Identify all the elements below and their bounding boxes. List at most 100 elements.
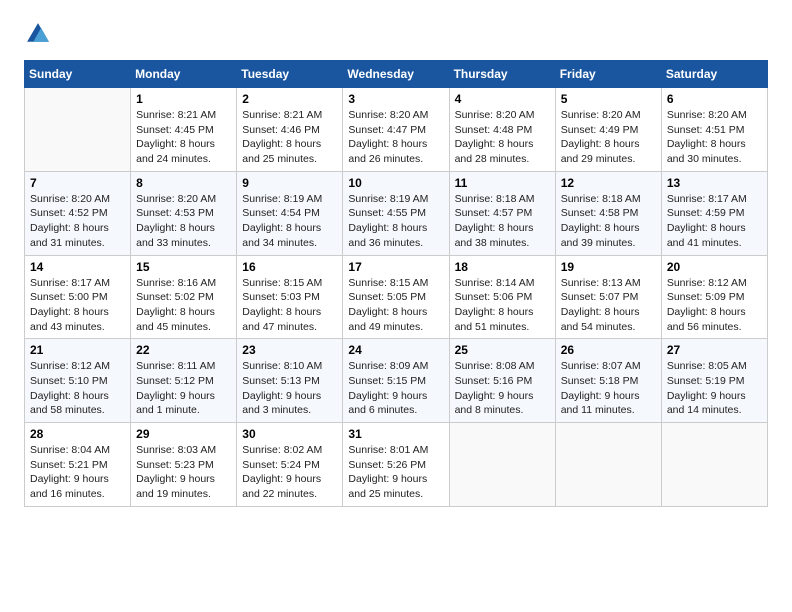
day-cell: 28 Sunrise: 8:04 AMSunset: 5:21 PMDayligh… [25, 423, 131, 507]
day-cell: 4Sunrise: 8:20 AMSunset: 4:48 PMDaylight… [449, 88, 555, 172]
day-cell: 14Sunrise: 8:17 AMSunset: 5:00 PMDayligh… [25, 255, 131, 339]
day-content: Sunrise: 8:16 AMSunset: 5:02 PMDaylight:… [136, 276, 231, 335]
day-number: 11 [455, 176, 550, 190]
day-cell: 17Sunrise: 8:15 AMSunset: 5:05 PMDayligh… [343, 255, 449, 339]
day-number: 28 [30, 427, 125, 441]
day-cell: 18Sunrise: 8:14 AMSunset: 5:06 PMDayligh… [449, 255, 555, 339]
day-cell: 13 Sunrise: 8:17 AMSunset: 4:59 PMDayligh… [661, 171, 767, 255]
day-number: 5 [561, 92, 656, 106]
day-content: Sunrise: 8:05 AMSunset: 5:19 PMDaylight:… [667, 359, 762, 418]
day-content: Sunrise: 8:07 AMSunset: 5:18 PMDaylight:… [561, 359, 656, 418]
day-cell: 31 Sunrise: 8:01 AMSunset: 5:26 PMDayligh… [343, 423, 449, 507]
day-cell: 29Sunrise: 8:03 AMSunset: 5:23 PMDayligh… [131, 423, 237, 507]
day-number: 19 [561, 260, 656, 274]
week-row-4: 21Sunrise: 8:12 AMSunset: 5:10 PMDayligh… [25, 339, 768, 423]
day-number: 13 [667, 176, 762, 190]
day-cell: 20 Sunrise: 8:12 AMSunset: 5:09 PMDayligh… [661, 255, 767, 339]
day-content: Sunrise: 8:12 AMSunset: 5:09 PMDaylight:… [667, 276, 762, 335]
day-content: Sunrise: 8:20 AMSunset: 4:47 PMDaylight:… [348, 108, 443, 167]
day-cell: 25Sunrise: 8:08 AMSunset: 5:16 PMDayligh… [449, 339, 555, 423]
day-content: Sunrise: 8:10 AMSunset: 5:13 PMDaylight:… [242, 359, 337, 418]
header-sunday: Sunday [25, 61, 131, 88]
day-content: Sunrise: 8:19 AMSunset: 4:54 PMDaylight:… [242, 192, 337, 251]
week-row-1: 1 Sunrise: 8:21 AMSunset: 4:45 PMDaylight… [25, 88, 768, 172]
day-cell: 21Sunrise: 8:12 AMSunset: 5:10 PMDayligh… [25, 339, 131, 423]
day-content: Sunrise: 8:13 AMSunset: 5:07 PMDaylight:… [561, 276, 656, 335]
day-cell: 15Sunrise: 8:16 AMSunset: 5:02 PMDayligh… [131, 255, 237, 339]
day-cell: 1 Sunrise: 8:21 AMSunset: 4:45 PMDaylight… [131, 88, 237, 172]
day-content: Sunrise: 8:12 AMSunset: 5:10 PMDaylight:… [30, 359, 125, 418]
day-number: 2 [242, 92, 337, 106]
week-row-2: 7 Sunrise: 8:20 AMSunset: 4:52 PMDaylight… [25, 171, 768, 255]
day-content: Sunrise: 8:20 AMSunset: 4:51 PMDaylight:… [667, 108, 762, 167]
day-cell: 24 Sunrise: 8:09 AMSunset: 5:15 PMDayligh… [343, 339, 449, 423]
week-row-3: 14Sunrise: 8:17 AMSunset: 5:00 PMDayligh… [25, 255, 768, 339]
day-content: Sunrise: 8:20 AMSunset: 4:48 PMDaylight:… [455, 108, 550, 167]
day-number: 6 [667, 92, 762, 106]
day-number: 17 [348, 260, 443, 274]
day-cell: 30 Sunrise: 8:02 AMSunset: 5:24 PMDayligh… [237, 423, 343, 507]
logo-icon [24, 20, 52, 48]
calendar-table: SundayMondayTuesdayWednesdayThursdayFrid… [24, 60, 768, 507]
day-number: 29 [136, 427, 231, 441]
day-number: 31 [348, 427, 443, 441]
day-cell: 22Sunrise: 8:11 AMSunset: 5:12 PMDayligh… [131, 339, 237, 423]
logo [24, 20, 56, 48]
day-cell: 16 Sunrise: 8:15 AMSunset: 5:03 PMDayligh… [237, 255, 343, 339]
day-cell: 12 Sunrise: 8:18 AMSunset: 4:58 PMDayligh… [555, 171, 661, 255]
day-content: Sunrise: 8:20 AMSunset: 4:49 PMDaylight:… [561, 108, 656, 167]
header-tuesday: Tuesday [237, 61, 343, 88]
day-number: 14 [30, 260, 125, 274]
header-saturday: Saturday [661, 61, 767, 88]
day-content: Sunrise: 8:15 AMSunset: 5:03 PMDaylight:… [242, 276, 337, 335]
header [24, 20, 768, 48]
day-number: 1 [136, 92, 231, 106]
calendar-header-row: SundayMondayTuesdayWednesdayThursdayFrid… [25, 61, 768, 88]
week-row-5: 28 Sunrise: 8:04 AMSunset: 5:21 PMDayligh… [25, 423, 768, 507]
day-cell: 19 Sunrise: 8:13 AMSunset: 5:07 PMDayligh… [555, 255, 661, 339]
header-monday: Monday [131, 61, 237, 88]
day-cell: 23Sunrise: 8:10 AMSunset: 5:13 PMDayligh… [237, 339, 343, 423]
day-cell: 26 Sunrise: 8:07 AMSunset: 5:18 PMDayligh… [555, 339, 661, 423]
day-content: Sunrise: 8:01 AMSunset: 5:26 PMDaylight:… [348, 443, 443, 502]
day-cell: 2 Sunrise: 8:21 AMSunset: 4:46 PMDaylight… [237, 88, 343, 172]
day-cell: 10Sunrise: 8:19 AMSunset: 4:55 PMDayligh… [343, 171, 449, 255]
day-cell [449, 423, 555, 507]
day-cell: 11 Sunrise: 8:18 AMSunset: 4:57 PMDayligh… [449, 171, 555, 255]
day-cell [555, 423, 661, 507]
day-content: Sunrise: 8:17 AMSunset: 4:59 PMDaylight:… [667, 192, 762, 251]
day-number: 25 [455, 343, 550, 357]
day-cell: 8Sunrise: 8:20 AMSunset: 4:53 PMDaylight… [131, 171, 237, 255]
day-number: 7 [30, 176, 125, 190]
day-content: Sunrise: 8:21 AMSunset: 4:46 PMDaylight:… [242, 108, 337, 167]
day-content: Sunrise: 8:18 AMSunset: 4:58 PMDaylight:… [561, 192, 656, 251]
day-cell: 27 Sunrise: 8:05 AMSunset: 5:19 PMDayligh… [661, 339, 767, 423]
day-cell [661, 423, 767, 507]
day-cell: 9 Sunrise: 8:19 AMSunset: 4:54 PMDaylight… [237, 171, 343, 255]
day-content: Sunrise: 8:02 AMSunset: 5:24 PMDaylight:… [242, 443, 337, 502]
day-number: 8 [136, 176, 231, 190]
header-wednesday: Wednesday [343, 61, 449, 88]
day-content: Sunrise: 8:21 AMSunset: 4:45 PMDaylight:… [136, 108, 231, 167]
page: SundayMondayTuesdayWednesdayThursdayFrid… [0, 0, 792, 612]
day-content: Sunrise: 8:20 AMSunset: 4:52 PMDaylight:… [30, 192, 125, 251]
day-number: 27 [667, 343, 762, 357]
day-content: Sunrise: 8:18 AMSunset: 4:57 PMDaylight:… [455, 192, 550, 251]
day-number: 24 [348, 343, 443, 357]
day-number: 20 [667, 260, 762, 274]
day-number: 12 [561, 176, 656, 190]
day-content: Sunrise: 8:11 AMSunset: 5:12 PMDaylight:… [136, 359, 231, 418]
day-number: 9 [242, 176, 337, 190]
header-friday: Friday [555, 61, 661, 88]
day-content: Sunrise: 8:09 AMSunset: 5:15 PMDaylight:… [348, 359, 443, 418]
day-cell: 5 Sunrise: 8:20 AMSunset: 4:49 PMDaylight… [555, 88, 661, 172]
header-thursday: Thursday [449, 61, 555, 88]
day-cell: 7 Sunrise: 8:20 AMSunset: 4:52 PMDaylight… [25, 171, 131, 255]
day-cell: 3 Sunrise: 8:20 AMSunset: 4:47 PMDaylight… [343, 88, 449, 172]
day-number: 26 [561, 343, 656, 357]
day-number: 16 [242, 260, 337, 274]
day-content: Sunrise: 8:04 AMSunset: 5:21 PMDaylight:… [30, 443, 125, 502]
day-number: 30 [242, 427, 337, 441]
day-number: 3 [348, 92, 443, 106]
day-number: 18 [455, 260, 550, 274]
